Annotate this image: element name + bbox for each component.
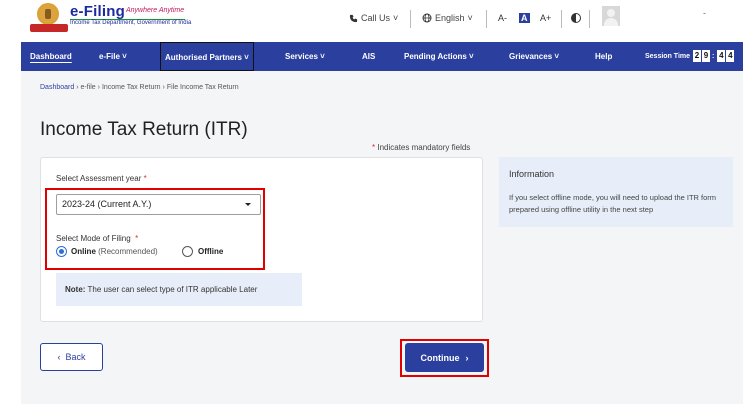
session-digit: 2	[692, 50, 701, 62]
font-decrease-button[interactable]: A-	[498, 13, 507, 23]
divider	[486, 10, 487, 28]
logo-tagline: Anywhere Anytime	[126, 7, 185, 14]
nav-e-file[interactable]: e-File ˅	[99, 42, 127, 71]
chevron-down-icon: ˅	[393, 13, 399, 23]
nav-services[interactable]: Services ˅	[285, 42, 325, 71]
font-increase-button[interactable]: A+	[540, 13, 551, 23]
back-button[interactable]: ‹ Back	[40, 343, 103, 371]
session-digit: 4	[717, 50, 726, 62]
emblem-logo-icon[interactable]	[37, 3, 59, 25]
session-digit: 4	[726, 50, 735, 62]
session-label: Session Time	[645, 53, 691, 60]
assessment-year-label: Select Assessment year *	[56, 174, 147, 183]
required-star: *	[143, 174, 147, 183]
phone-icon	[349, 14, 358, 22]
breadcrumb-separator: ›	[76, 84, 79, 91]
language-menu[interactable]: English ˅	[422, 13, 473, 23]
mandatory-text: Indicates mandatory fields	[377, 143, 471, 152]
breadcrumb-e-file[interactable]: e-file	[81, 84, 96, 91]
continue-button[interactable]: Continue ›	[405, 343, 484, 372]
mandatory-star: *	[372, 143, 376, 152]
mandatory-note: * Indicates mandatory fields	[372, 143, 470, 152]
breadcrumb-separator: ›	[162, 84, 165, 91]
breadcrumb-income-tax-return[interactable]: Income Tax Return	[102, 84, 161, 91]
chevron-left-icon: ‹	[57, 352, 61, 362]
breadcrumb-file-itr: File Income Tax Return	[166, 84, 239, 91]
back-button-label: Back	[65, 352, 86, 362]
session-digit: 9	[701, 50, 710, 62]
divider	[561, 10, 562, 28]
divider	[410, 10, 411, 28]
nav-ais[interactable]: AIS	[362, 42, 375, 71]
chevron-down-icon: ˅	[467, 13, 473, 23]
call-us-menu[interactable]: Call Us ˅	[349, 13, 398, 23]
globe-icon	[422, 13, 432, 23]
font-normal-button[interactable]: A	[519, 13, 530, 23]
divider	[589, 10, 590, 28]
continue-button-label: Continue	[420, 352, 460, 363]
session-timer: Session Time 29:44	[645, 42, 735, 71]
header-mark: -	[703, 8, 706, 18]
avatar-icon[interactable]	[602, 6, 620, 26]
contrast-icon[interactable]	[571, 13, 581, 23]
nav-authorised-partners[interactable]: Authorised Partners ˅	[160, 42, 254, 71]
page-title: Income Tax Return (ITR)	[40, 119, 248, 140]
breadcrumb-dashboard[interactable]: Dashboard	[40, 84, 74, 91]
main-nav: Dashboard e-File ˅ Authorised Partners ˅…	[21, 42, 743, 71]
information-title: Information	[509, 169, 555, 179]
nav-help[interactable]: Help	[595, 42, 612, 71]
annotation-highlight-box	[45, 188, 265, 270]
language-label: English	[435, 13, 465, 23]
breadcrumb-separator: ›	[97, 84, 100, 91]
logo-title[interactable]: e-Filing	[70, 3, 125, 20]
information-text: If you select offline mode, you will nee…	[509, 193, 717, 214]
assessment-year-label-text: Select Assessment year	[56, 174, 142, 183]
logo-subtitle: Income Tax Department, Government of Ind…	[70, 20, 192, 26]
nav-dashboard[interactable]: Dashboard	[30, 42, 72, 71]
chevron-right-icon: ›	[465, 352, 469, 363]
nav-grievances[interactable]: Grievances ˅	[509, 42, 559, 71]
breadcrumb: Dashboard › e-file › Income Tax Return ›…	[40, 84, 239, 91]
note-box: Note: The user can select type of ITR ap…	[56, 273, 302, 306]
note-text: The user can select type of ITR applicab…	[87, 285, 258, 294]
call-us-label: Call Us	[361, 13, 391, 23]
note-label: Note:	[65, 285, 86, 294]
logo-ribbon	[30, 24, 68, 32]
top-header: e-Filing Anywhere Anytime Income Tax Dep…	[0, 0, 743, 40]
nav-pending-actions[interactable]: Pending Actions ˅	[404, 42, 474, 71]
session-colon: :	[711, 53, 715, 60]
